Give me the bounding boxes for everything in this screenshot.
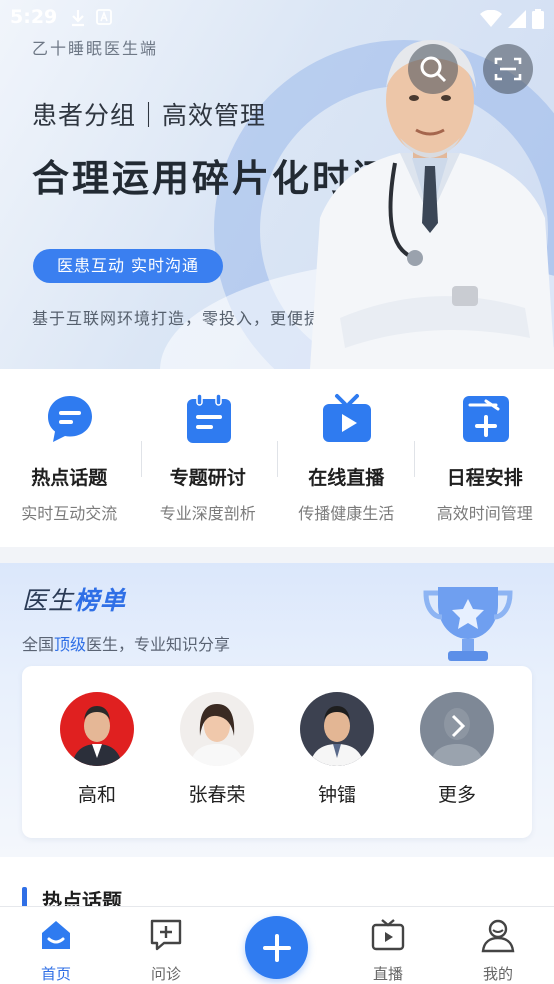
- avatar: [300, 692, 374, 766]
- divider: [414, 441, 415, 477]
- scan-icon: [494, 57, 522, 81]
- ranking-subtitle-highlight: 顶级: [54, 635, 87, 654]
- notepad-icon: [186, 393, 231, 443]
- add-button[interactable]: [245, 916, 308, 979]
- divider: [277, 441, 278, 477]
- more-doctors-button[interactable]: 更多: [417, 692, 497, 807]
- tab-profile[interactable]: 我的: [458, 917, 538, 984]
- doctor-item[interactable]: 张春荣: [177, 692, 257, 807]
- doctor-name: 更多: [437, 784, 476, 806]
- doctor-photo: [72, 706, 122, 766]
- feature-subtitle: 传播健康生活: [298, 504, 395, 523]
- avatar: [60, 692, 134, 766]
- doctor-ranking-section: 医生榜单 全国顶级医生，专业知识分享 高和 张春荣 钟镭 更多: [0, 563, 554, 857]
- feature-grid: 热点话题 实时互动交流 专题研讨 专业深度剖析 在线直播 传播健康生活 日程安排…: [0, 369, 554, 547]
- doctor-ranking-card: 高和 张春荣 钟镭 更多: [22, 666, 532, 838]
- chevron-right-icon: [430, 708, 484, 766]
- banner-subline: 基于互联网环境打造，零投入，更便捷: [32, 309, 322, 328]
- scan-button[interactable]: [483, 44, 533, 94]
- feature-title: 日程安排: [446, 467, 523, 489]
- feature-subtitle: 实时互动交流: [21, 504, 118, 523]
- feature-live-broadcast[interactable]: 在线直播 传播健康生活: [277, 369, 416, 547]
- hero-banner[interactable]: 5:29 乙十睡眠医生端 患者分组｜高效管理 合理运用碎片化时间 医患互动 实时…: [0, 0, 554, 369]
- doctor-photo: [310, 706, 364, 766]
- ranking-subtitle-prefix: 全国: [22, 635, 55, 654]
- home-icon: [42, 921, 70, 949]
- trophy-icon: [423, 587, 513, 661]
- plus-icon: [262, 933, 291, 962]
- doctor-name: 高和: [77, 784, 116, 806]
- tab-label: 我的: [482, 965, 513, 983]
- feature-title: 热点话题: [31, 467, 108, 489]
- tab-consult[interactable]: 问诊: [126, 917, 206, 984]
- doctor-item[interactable]: 钟镭: [297, 692, 377, 807]
- tab-label: 首页: [40, 965, 71, 983]
- bottom-tab-bar: 首页 问诊 直播 我的: [0, 906, 554, 984]
- avatar: [420, 692, 494, 766]
- chat-bubble-icon: [48, 396, 92, 442]
- consult-icon: [150, 919, 182, 951]
- status-bar: 5:29: [0, 0, 554, 36]
- app-brand-name: 乙十睡眠医生端: [32, 39, 159, 58]
- ranking-title-highlight: 榜单: [74, 586, 127, 615]
- status-system-icons: [480, 9, 544, 29]
- doctor-photo: [190, 704, 244, 766]
- feature-subtitle: 专业深度剖析: [159, 504, 256, 523]
- feature-special-seminar[interactable]: 专题研讨 专业深度剖析: [139, 369, 278, 547]
- ranking-subtitle-suffix: 医生，专业知识分享: [86, 635, 231, 654]
- profile-icon: [481, 919, 515, 953]
- download-icon: [72, 10, 84, 27]
- doctor-name: 张春荣: [188, 784, 246, 806]
- banner-tag-pill: 医患互动 实时沟通: [33, 249, 223, 283]
- battery-icon: [532, 9, 544, 29]
- live-tv-icon: [371, 919, 405, 951]
- avatar: [180, 692, 254, 766]
- ranking-title-plain: 医生: [22, 586, 75, 615]
- ranking-subtitle: 全国顶级医生，专业知识分享: [22, 631, 230, 655]
- feature-title: 专题研讨: [169, 467, 246, 489]
- banner-headline: 患者分组｜高效管理: [32, 101, 267, 130]
- status-time: 5:29: [10, 6, 58, 28]
- doctor-name: 钟镭: [317, 784, 356, 806]
- doctor-item[interactable]: 高和: [57, 692, 137, 807]
- feature-title: 在线直播: [308, 467, 385, 489]
- calendar-plus-icon: [462, 396, 509, 442]
- tab-live[interactable]: 直播: [348, 917, 428, 984]
- font-a-icon: [96, 9, 112, 25]
- tv-play-icon: [323, 394, 371, 442]
- search-button[interactable]: [408, 44, 458, 94]
- tab-home[interactable]: 首页: [16, 917, 96, 984]
- tab-label: 直播: [372, 965, 403, 983]
- feature-subtitle: 高效时间管理: [436, 504, 533, 523]
- divider: [141, 441, 142, 477]
- signal-icon: [508, 10, 526, 28]
- ranking-title: 医生榜单: [22, 581, 126, 617]
- status-notification-icons: [70, 9, 112, 27]
- tab-label: 问诊: [150, 965, 181, 983]
- search-icon: [420, 56, 447, 83]
- feature-schedule[interactable]: 日程安排 高效时间管理: [416, 369, 554, 547]
- wifi-icon: [480, 10, 502, 27]
- feature-hot-topics[interactable]: 热点话题 实时互动交流: [0, 369, 139, 547]
